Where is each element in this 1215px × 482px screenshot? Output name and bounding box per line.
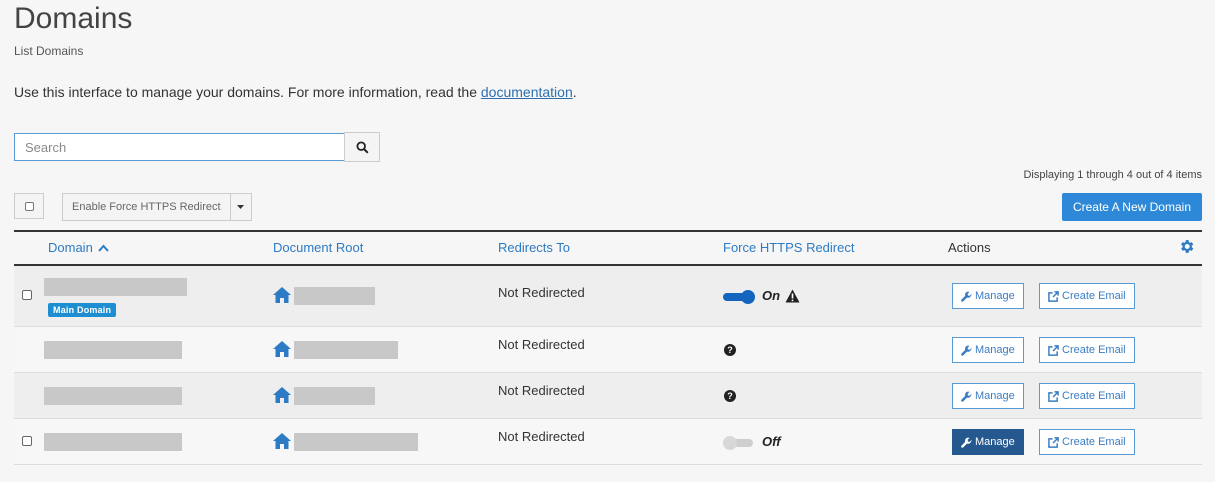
- select-all-checkbox[interactable]: [14, 193, 44, 219]
- create-domain-button[interactable]: Create A New Domain: [1061, 193, 1202, 221]
- question-icon[interactable]: ?: [724, 344, 736, 356]
- row-checkbox[interactable]: [22, 436, 32, 446]
- redirects-to-value: Not Redirected: [498, 383, 585, 398]
- page-title: Domains: [14, 2, 133, 35]
- redirects-to-value: Not Redirected: [498, 429, 585, 444]
- wrench-icon: [961, 391, 972, 402]
- create-email-button[interactable]: Create Email: [1039, 429, 1135, 455]
- gear-icon[interactable]: [1178, 238, 1195, 255]
- domain-name-redacted: [44, 387, 182, 405]
- home-icon: [273, 387, 291, 403]
- search-input[interactable]: [14, 133, 344, 161]
- question-icon[interactable]: ?: [724, 390, 736, 402]
- intro-text: Use this interface to manage your domain…: [14, 84, 577, 100]
- sort-ascending-icon[interactable]: [98, 244, 110, 252]
- search-button[interactable]: [344, 132, 380, 162]
- https-status: On: [762, 288, 781, 303]
- caret-down-icon: [237, 205, 245, 209]
- column-domain[interactable]: Domain: [48, 240, 110, 255]
- table-row: Not Redirected ? Manage Create Email: [14, 373, 1202, 419]
- manage-button[interactable]: Manage: [952, 337, 1024, 363]
- document-root-redacted: [294, 341, 398, 359]
- home-icon: [273, 287, 291, 303]
- document-root-redacted: [294, 387, 375, 405]
- https-toggle[interactable]: [723, 436, 757, 450]
- search-group: [14, 132, 380, 162]
- warning-icon[interactable]: [785, 289, 800, 303]
- external-link-icon: [1048, 290, 1059, 302]
- documentation-link[interactable]: documentation: [481, 84, 573, 100]
- column-force-https[interactable]: Force HTTPS Redirect: [723, 240, 854, 255]
- bulk-action-label[interactable]: Enable Force HTTPS Redirect: [63, 194, 230, 220]
- manage-button[interactable]: Manage: [952, 429, 1024, 455]
- main-domain-badge: Main Domain: [48, 303, 117, 317]
- table-header: Domain Document Root Redirects To Force …: [14, 230, 1202, 266]
- pagination-info: Displaying 1 through 4 out of 4 items: [1023, 169, 1202, 181]
- redirects-to-value: Not Redirected: [498, 285, 585, 300]
- external-link-icon: [1048, 436, 1059, 448]
- wrench-icon: [961, 345, 972, 356]
- home-icon: [273, 341, 291, 357]
- redirects-to-value: Not Redirected: [498, 337, 585, 352]
- column-document-root[interactable]: Document Root: [273, 240, 363, 255]
- domain-name-redacted: [44, 341, 182, 359]
- column-actions: Actions: [948, 240, 991, 255]
- search-icon: [355, 140, 369, 154]
- domains-table: Domain Document Root Redirects To Force …: [14, 230, 1202, 465]
- wrench-icon: [961, 291, 972, 302]
- domain-name-redacted: [44, 278, 187, 296]
- document-root-redacted: [294, 287, 375, 305]
- table-row: Not Redirected Off Manage Create Email: [14, 419, 1202, 465]
- row-checkbox[interactable]: [22, 290, 32, 300]
- https-status: Off: [762, 434, 781, 449]
- domain-name-redacted: [44, 433, 182, 451]
- table-row: Not Redirected ? Manage Create Email: [14, 327, 1202, 373]
- https-toggle[interactable]: [723, 290, 757, 304]
- manage-button[interactable]: Manage: [952, 383, 1024, 409]
- external-link-icon: [1048, 344, 1059, 356]
- create-email-button[interactable]: Create Email: [1039, 383, 1135, 409]
- create-email-button[interactable]: Create Email: [1039, 337, 1135, 363]
- wrench-icon: [961, 437, 972, 448]
- home-icon: [273, 433, 291, 449]
- page-subtitle: List Domains: [14, 44, 84, 58]
- manage-button[interactable]: Manage: [952, 283, 1024, 309]
- document-root-redacted: [294, 433, 418, 451]
- column-redirects-to[interactable]: Redirects To: [498, 240, 570, 255]
- create-email-button[interactable]: Create Email: [1039, 283, 1135, 309]
- table-row: Main Domain Not Redirected On Manage Cre…: [14, 266, 1202, 327]
- bulk-action-caret[interactable]: [229, 194, 251, 220]
- bulk-action-dropdown[interactable]: Enable Force HTTPS Redirect: [62, 193, 252, 221]
- external-link-icon: [1048, 390, 1059, 402]
